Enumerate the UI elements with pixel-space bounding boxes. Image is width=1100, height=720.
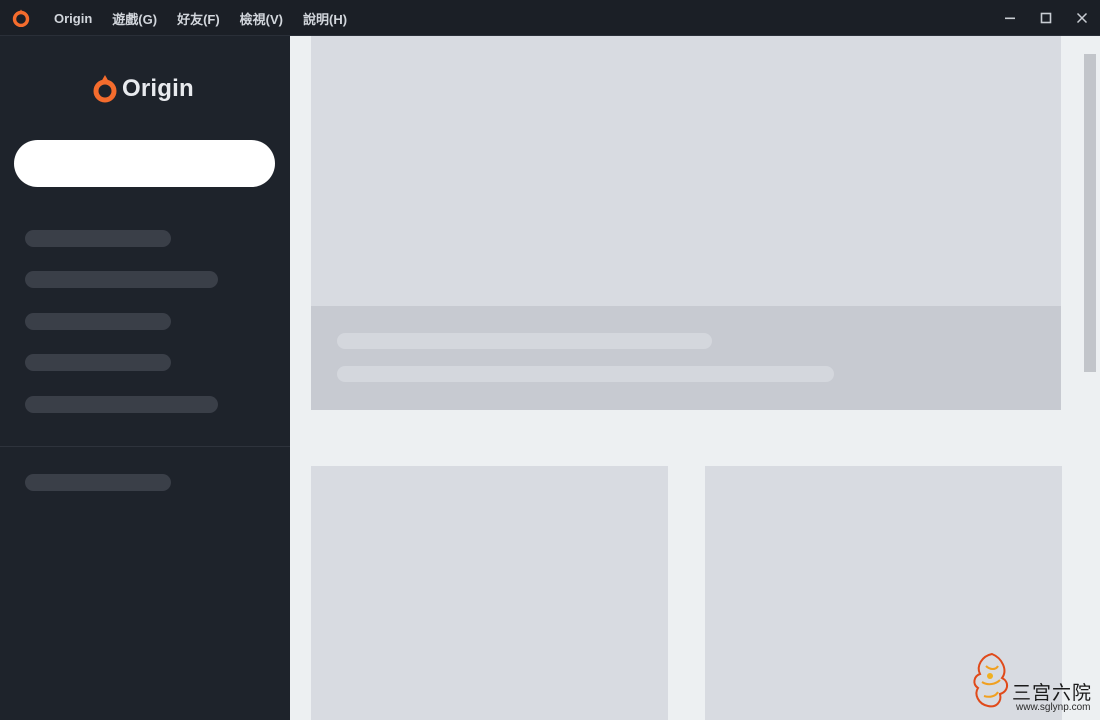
hero-caption-placeholder (311, 306, 1061, 410)
tile-placeholder[interactable] (311, 466, 668, 720)
sidebar-nav-placeholder[interactable] (25, 396, 218, 413)
phoenix-logo-icon (973, 652, 1008, 708)
caption-line-placeholder (337, 333, 712, 349)
scrollbar[interactable] (1083, 50, 1096, 720)
sidebar-nav-placeholder[interactable] (25, 474, 171, 491)
menu-help[interactable]: 說明(H) (303, 9, 347, 28)
watermark: 三宫六院 www.sglynp.com (968, 646, 1096, 716)
main-content (290, 36, 1100, 720)
logo-text: Origin (122, 75, 194, 102)
maximize-icon (1040, 12, 1052, 24)
sidebar-divider (0, 446, 290, 447)
maximize-button[interactable] (1028, 0, 1064, 36)
sidebar-nav-placeholder[interactable] (25, 354, 171, 371)
close-button[interactable] (1064, 0, 1100, 36)
minimize-icon (1005, 17, 1015, 20)
search-input[interactable] (14, 140, 275, 187)
sidebar: Origin (0, 36, 290, 720)
origin-logo-icon (12, 9, 30, 28)
menu-bar: Origin 遊戲(G) 好友(F) 檢視(V) 說明(H) (54, 0, 367, 36)
sidebar-nav-placeholder[interactable] (25, 313, 171, 330)
close-icon (1076, 12, 1088, 24)
window-controls (992, 0, 1100, 36)
origin-logo: Origin (92, 74, 194, 104)
caption-line-placeholder (337, 366, 834, 382)
origin-window: Origin 遊戲(G) 好友(F) 檢視(V) 說明(H) Origin 三宫… (0, 0, 1100, 720)
origin-logo-icon (93, 75, 117, 103)
menu-games[interactable]: 遊戲(G) (112, 9, 157, 28)
menu-friends[interactable]: 好友(F) (177, 9, 220, 28)
hero-banner-placeholder[interactable] (311, 36, 1061, 306)
watermark-title: 三宫六院 (1012, 682, 1093, 704)
menu-origin[interactable]: Origin (54, 11, 92, 26)
sidebar-nav-placeholder[interactable] (25, 230, 171, 247)
sidebar-nav-placeholder[interactable] (25, 271, 218, 288)
minimize-button[interactable] (992, 0, 1028, 36)
menu-view[interactable]: 檢視(V) (240, 9, 283, 28)
title-bar: Origin 遊戲(G) 好友(F) 檢視(V) 說明(H) (0, 0, 1100, 36)
scrollbar-thumb[interactable] (1084, 54, 1096, 372)
watermark-url: www.sglynp.com (1016, 702, 1091, 713)
